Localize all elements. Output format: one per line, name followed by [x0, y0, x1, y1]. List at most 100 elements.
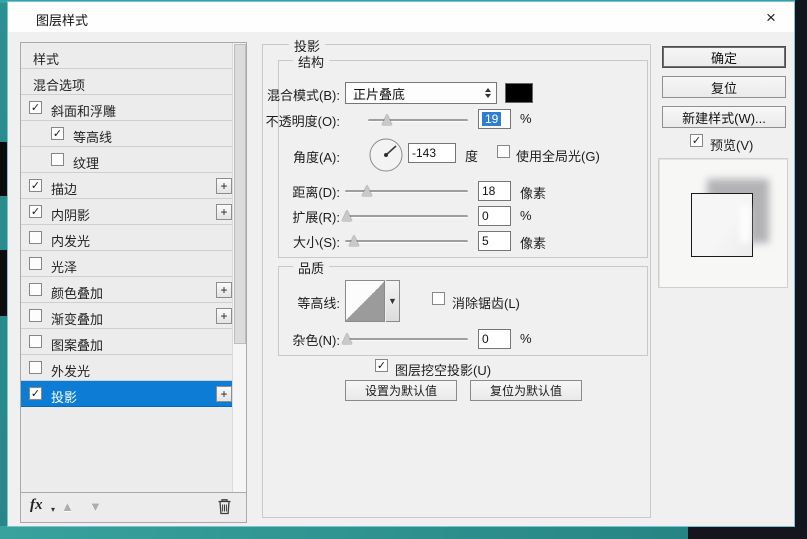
- layer-style-dialog: 图层样式 × 样式混合选项 ✓ 斜面和浮雕 ✓ 等高线纹理 ✓ 描边 + ✓ 内阴影 + 内发光光泽颜…: [8, 2, 794, 526]
- contour-picker[interactable]: [345, 280, 385, 322]
- sidebar-item-label: 混合选项: [33, 78, 86, 93]
- reset-default-button[interactable]: 复位为默认值: [470, 380, 582, 401]
- sidebar-item-label: 纹理: [73, 156, 100, 171]
- contour-label: 等高线:: [297, 296, 340, 311]
- angle-unit: 度: [465, 149, 479, 164]
- size-slider[interactable]: [345, 234, 468, 247]
- item-checkbox[interactable]: [29, 335, 42, 348]
- sidebar-item-label: 样式: [33, 52, 60, 67]
- sidebar-item[interactable]: 纹理: [21, 147, 246, 173]
- angle-dial[interactable]: [368, 137, 404, 178]
- item-checkbox[interactable]: [29, 283, 42, 296]
- spread-input[interactable]: 0: [478, 206, 511, 226]
- spread-label: 扩展(R):: [292, 210, 340, 225]
- item-checkbox[interactable]: [29, 361, 42, 374]
- global-light-label: 使用全局光(G): [516, 149, 600, 164]
- item-checkbox[interactable]: ✓: [29, 387, 42, 400]
- close-icon[interactable]: ×: [756, 5, 786, 30]
- move-down-icon[interactable]: ▼: [89, 499, 102, 514]
- sidebar-list: 样式 混合选项 ✓ 斜面和浮雕 ✓ 等高线 纹理 ✓ 描边 + ✓ 内阴影 + 内发光 光泽 颜色叠加 + 渐变叠…: [21, 43, 246, 407]
- item-checkbox[interactable]: ✓: [51, 127, 64, 140]
- effects-toolbar: fx ▾ ▲ ▼: [20, 493, 247, 523]
- angle-input[interactable]: -143: [408, 143, 456, 163]
- fx-icon[interactable]: fx: [30, 497, 43, 514]
- item-checkbox[interactable]: [29, 231, 42, 244]
- preview-label: 预览(V): [710, 138, 754, 153]
- desktop-background: [688, 527, 807, 539]
- antialias-checkbox[interactable]: [432, 292, 445, 305]
- sidebar-item[interactable]: 图案叠加: [21, 329, 246, 355]
- sidebar-item[interactable]: 混合选项: [21, 69, 246, 95]
- sidebar-item-label: 图案叠加: [51, 338, 104, 353]
- size-unit: 像素: [520, 236, 547, 251]
- distance-input[interactable]: 18: [478, 181, 511, 201]
- sidebar-item-label: 外发光: [51, 364, 91, 379]
- sidebar-item[interactable]: 颜色叠加 +: [21, 277, 246, 303]
- sidebar-item[interactable]: 渐变叠加 +: [21, 303, 246, 329]
- item-checkbox[interactable]: ✓: [29, 179, 42, 192]
- sidebar-item-label: 渐变叠加: [51, 312, 104, 327]
- item-checkbox[interactable]: [29, 309, 42, 322]
- item-checkbox[interactable]: [29, 257, 42, 270]
- sidebar-item-label: 光泽: [51, 260, 78, 275]
- desktop-background: [0, 526, 807, 539]
- global-light-checkbox[interactable]: [497, 145, 510, 158]
- sidebar-item[interactable]: 样式: [21, 43, 246, 69]
- sidebar-item[interactable]: ✓ 斜面和浮雕: [21, 95, 246, 121]
- distance-slider[interactable]: [345, 184, 468, 197]
- spread-unit: %: [520, 208, 532, 223]
- preview-checkbox[interactable]: ✓: [690, 134, 703, 147]
- opacity-label: 不透明度(O):: [265, 114, 340, 129]
- sidebar-item[interactable]: 外发光: [21, 355, 246, 381]
- quality-group-title: 品质: [293, 258, 330, 277]
- blend-mode-label: 混合模式(B):: [267, 88, 340, 103]
- knockout-checkbox[interactable]: ✓: [375, 359, 388, 372]
- size-label: 大小(S):: [293, 235, 340, 250]
- item-checkbox[interactable]: ✓: [29, 205, 42, 218]
- spread-slider[interactable]: [342, 209, 468, 222]
- trash-icon[interactable]: [217, 498, 232, 520]
- style-effects-list: 样式 混合选项 ✓ 斜面和浮雕 ✓ 等高线 纹理 ✓ 描边 + ✓ 内阴影 + 内发光 光泽 颜色叠加 + 渐变叠…: [20, 42, 247, 493]
- item-checkbox[interactable]: ✓: [29, 101, 42, 114]
- fx-dropdown-icon[interactable]: ▾: [51, 505, 55, 514]
- size-input[interactable]: 5: [478, 231, 511, 251]
- sidebar-item[interactable]: ✓ 内阴影 +: [21, 199, 246, 225]
- reset-button[interactable]: 复位: [662, 76, 786, 98]
- contour-dropdown-icon[interactable]: ▼: [386, 280, 400, 322]
- noise-unit: %: [520, 331, 532, 346]
- distance-label: 距离(D):: [292, 185, 340, 200]
- ok-button[interactable]: 确定: [662, 46, 786, 68]
- sidebar-item[interactable]: ✓ 等高线: [21, 121, 246, 147]
- structure-group-title: 结构: [293, 52, 330, 71]
- item-checkbox[interactable]: [51, 153, 64, 166]
- distance-unit: 像素: [520, 186, 547, 201]
- blend-mode-select[interactable]: 正片叠底: [345, 82, 497, 104]
- sidebar-item[interactable]: ✓ 描边 +: [21, 173, 246, 199]
- sidebar-item-label: 投影: [51, 390, 78, 405]
- sidebar-item-label: 等高线: [73, 130, 113, 145]
- sidebar-item-label: 斜面和浮雕: [51, 104, 117, 119]
- noise-label: 杂色(N):: [292, 333, 340, 348]
- move-up-icon[interactable]: ▲: [61, 499, 74, 514]
- opacity-input[interactable]: 19: [478, 109, 511, 129]
- sidebar-item-label: 内发光: [51, 234, 91, 249]
- sidebar-item[interactable]: 光泽: [21, 251, 246, 277]
- add-effect-button[interactable]: +: [216, 386, 232, 402]
- angle-label: 角度(A):: [293, 150, 340, 165]
- new-style-button[interactable]: 新建样式(W)...: [662, 106, 786, 128]
- make-default-button[interactable]: 设置为默认值: [345, 380, 457, 401]
- shadow-color-swatch[interactable]: [505, 83, 533, 103]
- dialog-titlebar[interactable]: 图层样式 ×: [8, 2, 794, 32]
- sidebar-item[interactable]: 内发光: [21, 225, 246, 251]
- antialias-label: 消除锯齿(L): [452, 296, 520, 311]
- opacity-slider[interactable]: [368, 113, 468, 126]
- knockout-label: 图层挖空投影(U): [395, 363, 492, 378]
- noise-slider[interactable]: [342, 332, 468, 345]
- opacity-unit: %: [520, 111, 532, 126]
- dialog-title: 图层样式: [36, 13, 89, 28]
- sidebar-item-label: 颜色叠加: [51, 286, 104, 301]
- sidebar-item-label: 描边: [51, 182, 78, 197]
- noise-input[interactable]: 0: [478, 329, 511, 349]
- sidebar-item[interactable]: ✓ 投影 +: [21, 381, 246, 407]
- blend-mode-value: 正片叠底: [353, 86, 406, 102]
